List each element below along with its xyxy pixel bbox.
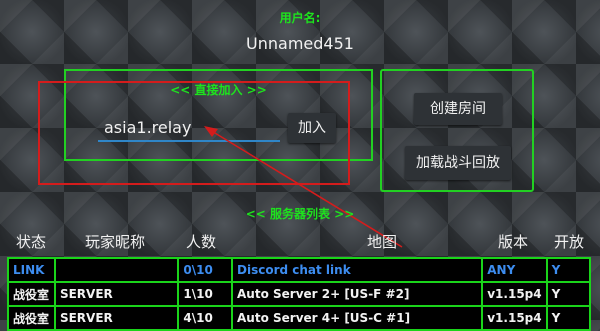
cell-map: Auto Server 4+ [US-C #1] <box>230 305 484 331</box>
column-header-status[interactable]: 状态 <box>16 231 46 252</box>
cell-players: 0\10 <box>177 257 233 283</box>
cell-open: Y <box>545 281 592 307</box>
table-row[interactable]: LINK 0\10 Discord chat link ANY Y <box>7 257 592 283</box>
server-address-input[interactable] <box>98 114 280 142</box>
cell-version: v1.15p4 <box>481 281 548 307</box>
username-value[interactable]: Unnamed451 <box>0 34 600 53</box>
cell-status: 战役室 <box>7 281 56 307</box>
cell-map: Auto Server 2+ [US-F #2] <box>230 281 484 307</box>
username-title: 用户名: <box>279 11 321 25</box>
cell-open: Y <box>545 305 592 331</box>
load-replay-button[interactable]: 加载战斗回放 <box>405 146 511 180</box>
cell-open: Y <box>545 257 592 283</box>
cell-player-name: SERVER <box>53 305 180 331</box>
cell-version: ANY <box>481 257 548 283</box>
cell-players: 4\10 <box>177 305 233 331</box>
cell-map: Discord chat link <box>230 257 484 283</box>
server-list-title: << 服务器列表 >> <box>245 207 355 221</box>
cell-status: LINK <box>7 257 56 283</box>
table-row[interactable]: 战役室 SERVER 1\10 Auto Server 2+ [US-F #2]… <box>7 281 592 307</box>
cell-version: v1.15p4 <box>481 305 548 331</box>
cell-status: 战役室 <box>7 305 56 331</box>
cell-player-name <box>53 257 180 283</box>
column-header-version[interactable]: 版本 <box>498 231 528 252</box>
create-room-button[interactable]: 创建房间 <box>414 93 502 125</box>
cell-player-name: SERVER <box>53 281 180 307</box>
column-header-open[interactable]: 开放 <box>554 231 584 252</box>
column-header-player-name[interactable]: 玩家昵称 <box>85 231 145 252</box>
direct-join-title: << 直接加入 >> <box>170 83 267 97</box>
server-table: LINK 0\10 Discord chat link ANY Y 战役室 SE… <box>7 257 592 331</box>
column-header-map[interactable]: 地图 <box>367 231 397 252</box>
table-row[interactable]: 战役室 SERVER 4\10 Auto Server 4+ [US-C #1]… <box>7 305 592 331</box>
column-header-players[interactable]: 人数 <box>186 231 216 252</box>
cell-players: 1\10 <box>177 281 233 307</box>
join-button[interactable]: 加入 <box>288 113 336 143</box>
